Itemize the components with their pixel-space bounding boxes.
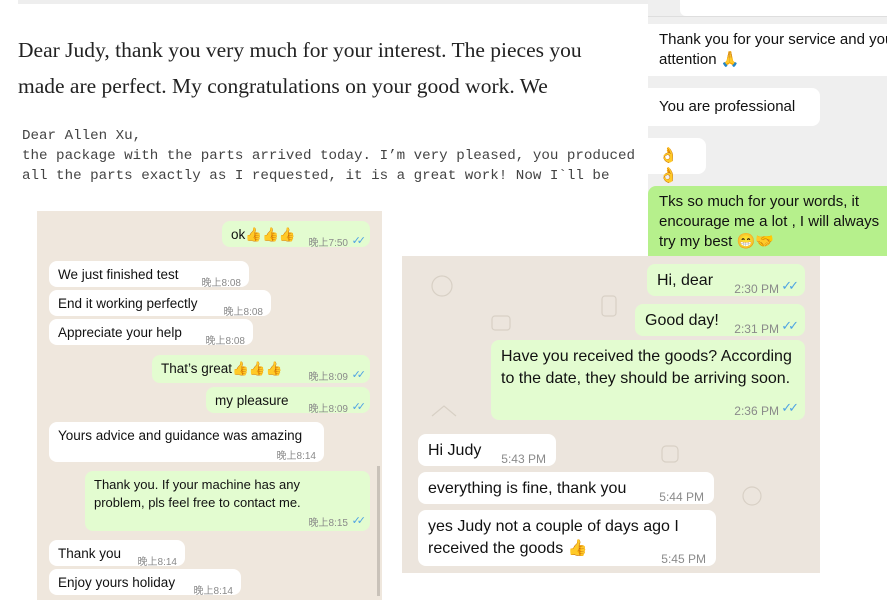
message-bubble-incoming[interactable]: Appreciate your help 晚上8:08 (49, 319, 253, 347)
message-bubble-incoming[interactable]: Enjoy yours holiday 晚上8:14 (49, 569, 241, 597)
read-ticks-icon: ✓✓ (351, 401, 367, 413)
email-line: all the parts exactly as I requested, it… (22, 168, 610, 184)
message-bubble-incoming[interactable]: End it working perfectly 晚上8:08 (49, 290, 271, 318)
message-time: 5:45 PM (661, 552, 706, 566)
email-line: Dear Allen Xu, (22, 128, 142, 144)
message-time: 晚上8:09 (308, 404, 348, 415)
message-time: 5:44 PM (659, 490, 704, 504)
message-text: Thank you. If your machine has any probl… (94, 477, 301, 510)
message-bubble-incoming[interactable]: Thank you for your service and you atten… (648, 24, 887, 76)
message-bubble-incoming[interactable]: Hi Judy 5:43 PM (418, 434, 556, 466)
message-time: 晚上8:14 (193, 586, 233, 597)
read-ticks-icon: ✓✓ (781, 278, 799, 293)
message-bubble-outgoing[interactable]: That’s great👍👍👍 晚上8:09 ✓✓ (152, 355, 370, 383)
message-bubble-incoming[interactable]: yes Judy not a couple of days ago I rece… (418, 510, 716, 566)
message-bubble-outgoing[interactable]: Have you received the goods? According t… (491, 340, 805, 420)
email-line: made are perfect. My congratulations on … (18, 74, 548, 98)
message-bubble-outgoing[interactable]: Thank you. If your machine has any probl… (85, 471, 370, 531)
message-time: 2:30 PM (734, 282, 779, 296)
message-text: We just finished test (58, 267, 179, 282)
message-bubble-incoming[interactable]: Thank you 晚上8:14 (49, 540, 185, 568)
scrollbar[interactable] (377, 466, 380, 596)
message-time: 晚上8:08 (205, 336, 245, 347)
message-text: End it working perfectly (58, 296, 198, 311)
message-text: Tks so much for your words, it encourage… (659, 193, 880, 250)
read-ticks-icon: ✓✓ (351, 369, 367, 381)
message-bubble-incoming[interactable]: You are professional (648, 88, 820, 126)
chat-panel-left: ok👍👍👍 晚上7:50 ✓✓ We just finished test 晚上… (37, 211, 382, 600)
email-letter-mono: Dear Allen Xu, the package with the parts… (22, 126, 662, 186)
chat-panel-middle: Hi, dear 2:30 PM ✓✓ Good day! 2:31 PM ✓✓… (402, 256, 820, 573)
message-text: Have you received the goods? According t… (501, 348, 792, 387)
message-text: Thank you (58, 546, 122, 561)
read-ticks-icon: ✓✓ (781, 400, 799, 415)
message-time: 2:36 PM (734, 404, 779, 418)
previous-message-edge (680, 0, 887, 16)
message-time: 晚上8:14 (276, 451, 316, 462)
message-bubble-outgoing[interactable]: Good day! 2:31 PM ✓✓ (635, 304, 805, 336)
message-time: 晚上8:15 (308, 518, 348, 529)
message-text: You are professional (659, 98, 796, 115)
chat-panel-right: Thank you for your service and you atten… (648, 0, 887, 256)
message-text: ok👍👍👍 (231, 227, 296, 242)
message-text: Hi Judy (428, 442, 482, 459)
message-text: my pleasure (215, 393, 289, 408)
message-text: everything is fine, thank you (428, 480, 627, 497)
email-line: the package with the parts arrived today… (22, 148, 635, 164)
message-text: 👌👌 (659, 147, 678, 184)
message-text: Thank you for your service and you atten… (659, 31, 887, 68)
message-text: That’s great👍👍👍 (161, 361, 283, 376)
email-top-border (18, 0, 650, 4)
message-time: 晚上7:50 (308, 238, 348, 249)
read-ticks-icon: ✓✓ (351, 235, 367, 247)
read-ticks-icon: ✓✓ (781, 318, 799, 333)
message-bubble-incoming[interactable]: Yours advice and guidance was amazing 晚上… (49, 422, 324, 462)
message-text: Enjoy yours holiday (58, 575, 176, 590)
message-text: Good day! (645, 312, 719, 329)
message-bubble-incoming[interactable]: 👌👌 (648, 138, 706, 184)
email-line: Dear Judy, thank you very much for your … (18, 38, 582, 62)
message-bubble-incoming[interactable]: everything is fine, thank you 5:44 PM (418, 472, 714, 504)
message-bubble-outgoing[interactable]: Hi, dear 2:30 PM ✓✓ (647, 264, 805, 296)
message-time: 5:43 PM (501, 452, 546, 466)
message-bubble-outgoing[interactable]: Tks so much for your words, it encourage… (648, 186, 887, 256)
message-time: 2:31 PM (734, 322, 779, 336)
message-text: Yours advice and guidance was amazing (58, 428, 303, 443)
message-text: Appreciate your help (58, 325, 182, 340)
message-bubble-outgoing[interactable]: my pleasure 晚上8:09 ✓✓ (206, 387, 370, 415)
email-letter-serif: Dear Judy, thank you very much for your … (18, 32, 658, 104)
message-bubble-outgoing[interactable]: ok👍👍👍 晚上7:50 ✓✓ (222, 221, 370, 249)
divider (648, 16, 887, 17)
read-ticks-icon: ✓✓ (351, 515, 367, 527)
message-text: Hi, dear (657, 272, 714, 289)
message-time: 晚上8:09 (308, 372, 348, 383)
message-bubble-incoming[interactable]: We just finished test 晚上8:08 (49, 261, 249, 289)
